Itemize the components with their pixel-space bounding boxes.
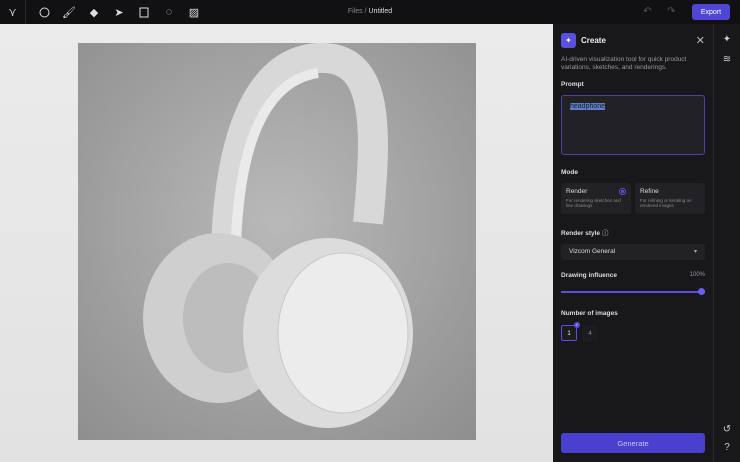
image-upload-icon[interactable]: ▨ <box>182 0 206 24</box>
prompt-label: Prompt <box>561 81 584 88</box>
render-style-text: Render style <box>561 230 601 237</box>
breadcrumb-files[interactable]: Files <box>348 8 363 15</box>
mode-render[interactable]: Render For rendering sketches and line dr… <box>561 183 631 214</box>
chevron-down-icon: ▾ <box>693 249 697 255</box>
right-rail: ✦ ≋ ↺ ? <box>713 24 740 462</box>
panel-description: AI-driven visualization tool for quick p… <box>561 56 687 71</box>
generate-button[interactable]: Generate <box>561 433 705 453</box>
influence-label: Drawing influence <box>561 272 617 279</box>
render-style-label: Render style ⓘ <box>561 227 705 237</box>
canvas[interactable] <box>0 24 553 462</box>
radio-selected[interactable] <box>619 188 626 195</box>
mode-refine-desc: For refining or iterating on rendered im… <box>640 198 692 208</box>
mode-refine[interactable]: Refine For refining or iterating on rende… <box>635 183 705 214</box>
prompt-text: headphone <box>570 103 606 110</box>
num-images-label: Number of images <box>561 310 618 317</box>
panel-title: Create <box>581 35 606 45</box>
mode-refine-label: Refine <box>640 188 659 195</box>
close-icon[interactable]: ✕ <box>696 34 705 47</box>
num-1-text: 1 <box>567 329 571 337</box>
magic-wand-icon[interactable]: ✦ <box>714 34 740 45</box>
headphone-image <box>143 42 413 428</box>
prompt-input[interactable]: headphone <box>561 95 705 155</box>
mode-render-desc: For rendering sketches and line drawings <box>566 198 621 208</box>
file-name[interactable]: Untitled <box>368 8 392 15</box>
undo-icon[interactable]: ↶ <box>643 6 651 17</box>
toolbar: ⋎ 🖌 ◆ ➤ ◌ ▨ Files / Untitled ↶ ↷ Export <box>0 0 740 24</box>
info-icon[interactable]: ⓘ <box>602 230 609 237</box>
mode-render-label: Render <box>566 188 588 195</box>
redo-icon[interactable]: ↷ <box>667 6 675 17</box>
render-style-select[interactable]: Vizcom General ▾ <box>561 244 705 260</box>
mode-label: Mode <box>561 169 578 176</box>
logo-icon[interactable]: ⋎ <box>0 0 26 24</box>
select-tool-icon[interactable]: ➤ <box>107 0 131 24</box>
magic-wand-icon: ✦ <box>561 32 576 48</box>
layers-icon[interactable]: ≋ <box>714 54 740 65</box>
num-images-1[interactable]: 1 ✓ <box>561 322 580 341</box>
export-button[interactable]: Export <box>692 4 730 20</box>
lasso-tool-icon[interactable]: ◌ <box>157 0 181 24</box>
influence-value: 100% <box>689 272 705 278</box>
ellipse-tool-icon[interactable] <box>32 0 56 24</box>
help-icon[interactable]: ? <box>714 442 740 453</box>
rectangle-tool-icon[interactable] <box>132 0 156 24</box>
slider-thumb[interactable] <box>698 288 705 295</box>
num-4-text: 4 <box>588 329 592 337</box>
history-icon[interactable]: ↺ <box>714 424 740 435</box>
num-images-4[interactable]: 4 <box>582 325 598 341</box>
influence-slider[interactable] <box>561 287 705 297</box>
breadcrumb-sep: / <box>362 8 369 15</box>
render-style-value: Vizcom General <box>569 248 616 255</box>
brush-tool-icon[interactable]: 🖌 <box>57 0 81 24</box>
create-panel: ✦ Create ✕ AI-driven visualization tool … <box>553 24 713 462</box>
generated-image <box>78 42 476 440</box>
eraser-tool-icon[interactable]: ◆ <box>82 0 106 24</box>
check-icon: ✓ <box>574 322 580 328</box>
